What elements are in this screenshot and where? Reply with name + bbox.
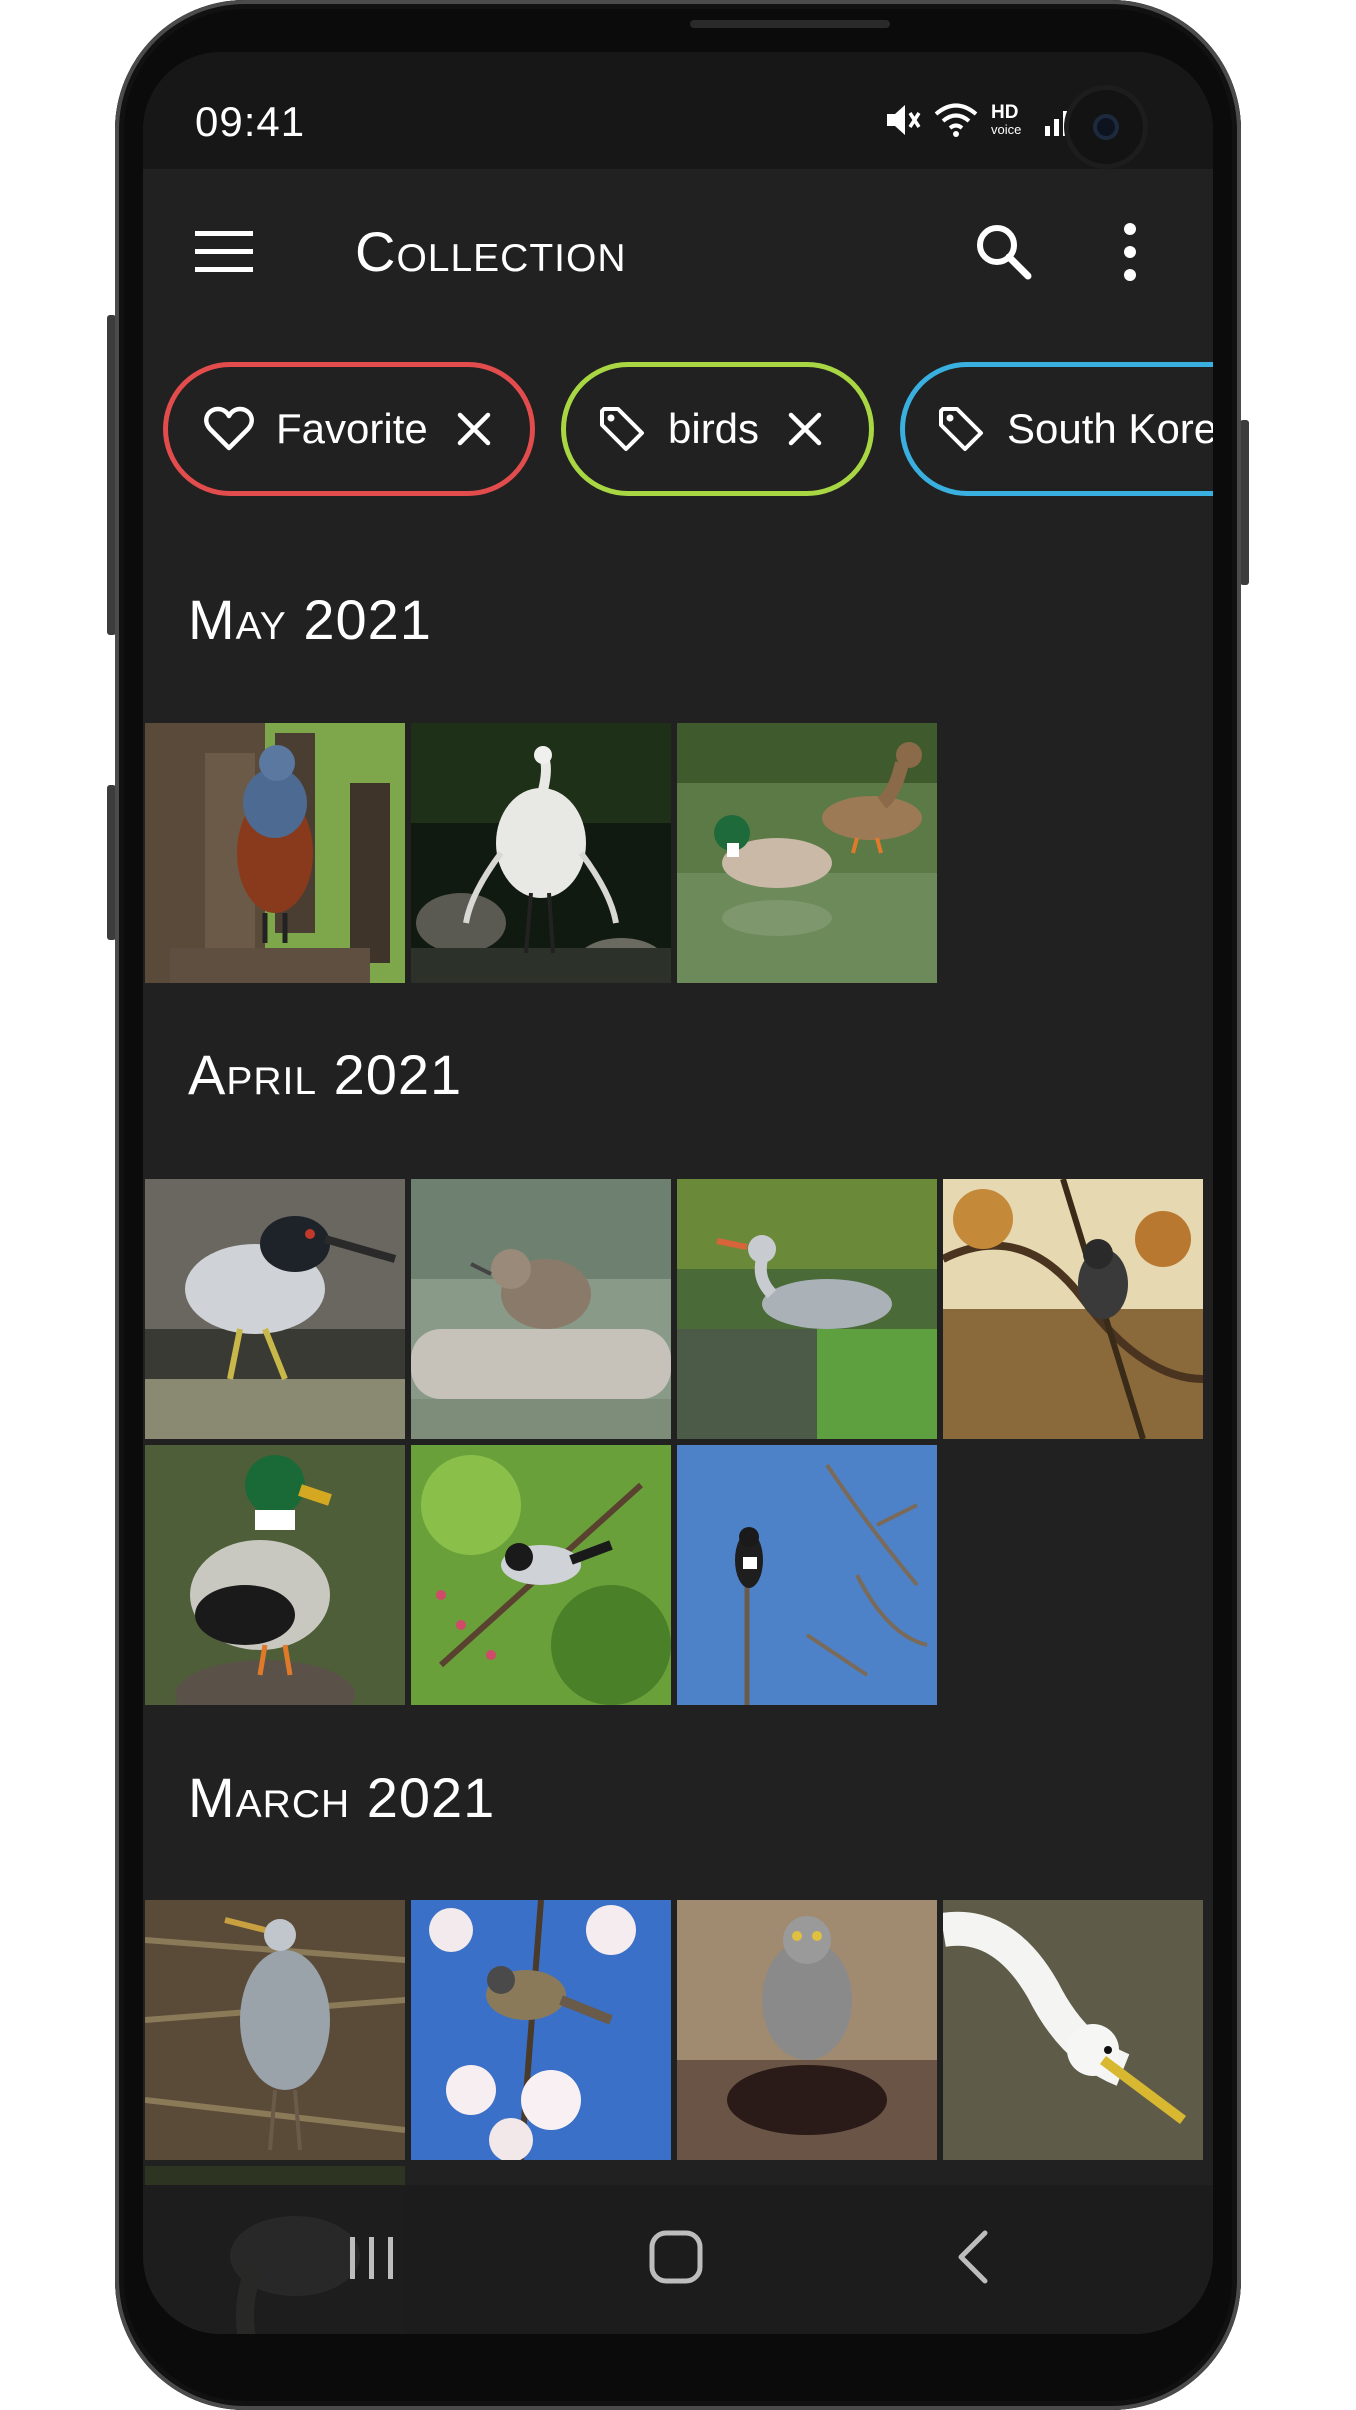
recents-icon[interactable] bbox=[348, 2235, 396, 2281]
close-icon[interactable] bbox=[787, 411, 823, 447]
filter-chips: Favorite birds South Kore bbox=[143, 362, 1213, 508]
home-icon[interactable] bbox=[648, 2229, 704, 2285]
mute-icon bbox=[887, 105, 921, 135]
photo-thumbnail[interactable] bbox=[677, 1445, 937, 1705]
photo-thumbnail[interactable] bbox=[943, 1179, 1203, 1439]
tag-icon bbox=[939, 407, 983, 451]
chip-label: South Kore bbox=[1007, 405, 1213, 452]
front-camera bbox=[1069, 90, 1143, 164]
photo-thumbnail[interactable] bbox=[943, 1900, 1203, 2160]
power-button bbox=[1240, 420, 1249, 585]
filter-chip-birds[interactable]: birds bbox=[561, 362, 874, 496]
svg-text:voice: voice bbox=[991, 122, 1021, 137]
page-title: Collection bbox=[355, 220, 627, 283]
section-title-may-2021: May 2021 bbox=[188, 588, 432, 651]
svg-text:HD: HD bbox=[991, 102, 1018, 123]
screen: 09:41 HD voice Collection Favorite birds… bbox=[143, 52, 1213, 2334]
photo-thumbnail[interactable] bbox=[145, 1179, 405, 1439]
app-bar: Collection bbox=[143, 169, 1213, 327]
tag-icon bbox=[600, 407, 644, 451]
back-icon[interactable] bbox=[955, 2229, 991, 2285]
photo-thumbnail[interactable] bbox=[145, 1445, 405, 1705]
chip-label: Favorite bbox=[276, 405, 428, 452]
photo-thumbnail[interactable] bbox=[411, 1900, 671, 2160]
status-bar: 09:41 HD voice bbox=[143, 52, 1213, 169]
filter-chip-favorite[interactable]: Favorite bbox=[163, 362, 535, 496]
earpiece-speaker bbox=[690, 20, 890, 28]
status-time: 09:41 bbox=[195, 98, 306, 145]
close-icon[interactable] bbox=[456, 411, 492, 447]
photo-thumbnail[interactable] bbox=[411, 1179, 671, 1439]
section-title-march-2021: March 2021 bbox=[188, 1766, 496, 1829]
wifi-icon bbox=[934, 103, 978, 137]
photo-thumbnail[interactable] bbox=[677, 1179, 937, 1439]
photo-thumbnail[interactable] bbox=[677, 723, 937, 983]
photo-thumbnail[interactable] bbox=[411, 1445, 671, 1705]
filter-chip-south-korea[interactable]: South Kore bbox=[900, 362, 1213, 496]
more-vert-icon[interactable] bbox=[1115, 221, 1145, 283]
chip-label: birds bbox=[668, 405, 760, 452]
photo-thumbnail[interactable] bbox=[145, 1900, 405, 2160]
photo-thumbnail[interactable] bbox=[677, 1900, 937, 2160]
search-icon[interactable] bbox=[973, 221, 1033, 281]
system-nav-bar bbox=[143, 2185, 1213, 2334]
photo-thumbnail[interactable] bbox=[411, 723, 671, 983]
hd-voice-icon: HD voice bbox=[991, 102, 1021, 137]
section-title-april-2021: April 2021 bbox=[188, 1043, 463, 1106]
menu-icon[interactable] bbox=[195, 229, 253, 275]
heart-icon bbox=[204, 406, 254, 451]
photo-thumbnail[interactable] bbox=[145, 723, 405, 983]
